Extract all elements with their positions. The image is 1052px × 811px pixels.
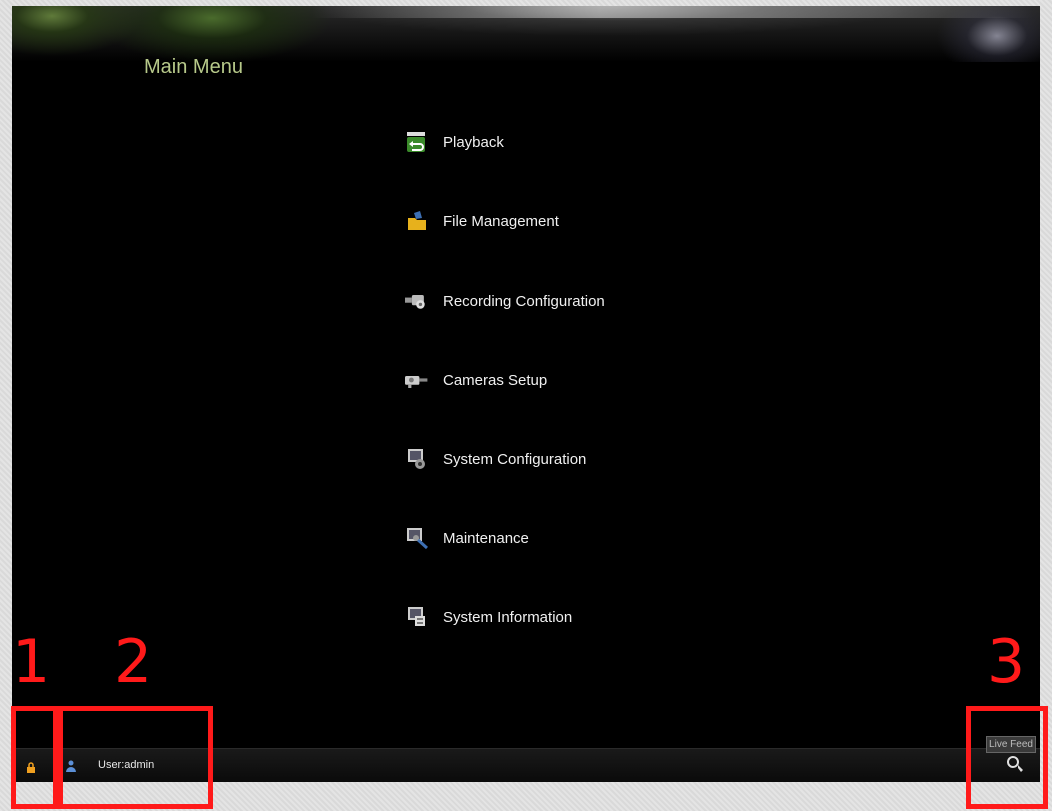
menu-item-label: Maintenance xyxy=(443,529,529,547)
playback-icon xyxy=(405,130,429,154)
annotation-number-1: 1 xyxy=(12,627,51,697)
annotation-box-1 xyxy=(11,706,58,809)
camera-setup-icon xyxy=(405,368,429,392)
menu-item-file-management[interactable]: File Management xyxy=(405,201,725,241)
system-info-icon xyxy=(405,605,429,629)
menu-item-label: Recording Configuration xyxy=(443,292,605,310)
dvr-main-menu-screen: Main Menu Playback File Management Recor… xyxy=(12,6,1040,782)
menu-item-maintenance[interactable]: Maintenance xyxy=(405,518,725,558)
menu-item-cameras-setup[interactable]: Cameras Setup xyxy=(405,360,725,400)
header-decoration xyxy=(312,6,1032,18)
menu-item-label: Cameras Setup xyxy=(443,371,548,389)
maintenance-icon xyxy=(405,526,429,550)
annotation-number-2: 2 xyxy=(114,627,153,697)
page-title: Main Menu xyxy=(144,56,243,78)
folder-icon xyxy=(405,209,429,233)
camcorder-icon xyxy=(405,289,429,313)
annotation-number-3: 3 xyxy=(987,627,1026,697)
menu-item-recording-configuration[interactable]: Recording Configuration xyxy=(405,281,725,321)
menu-item-label: System Information xyxy=(443,608,573,626)
menu-item-label: System Configuration xyxy=(443,450,587,468)
annotation-box-2 xyxy=(58,706,213,809)
menu-item-system-information[interactable]: System Information xyxy=(405,597,725,637)
menu-item-playback[interactable]: Playback xyxy=(405,122,725,162)
system-config-icon xyxy=(405,447,429,471)
menu-item-label: File Management xyxy=(443,212,559,230)
annotation-box-3 xyxy=(966,706,1048,809)
menu-item-label: Playback xyxy=(443,133,504,151)
menu-item-system-configuration[interactable]: System Configuration xyxy=(405,439,725,479)
